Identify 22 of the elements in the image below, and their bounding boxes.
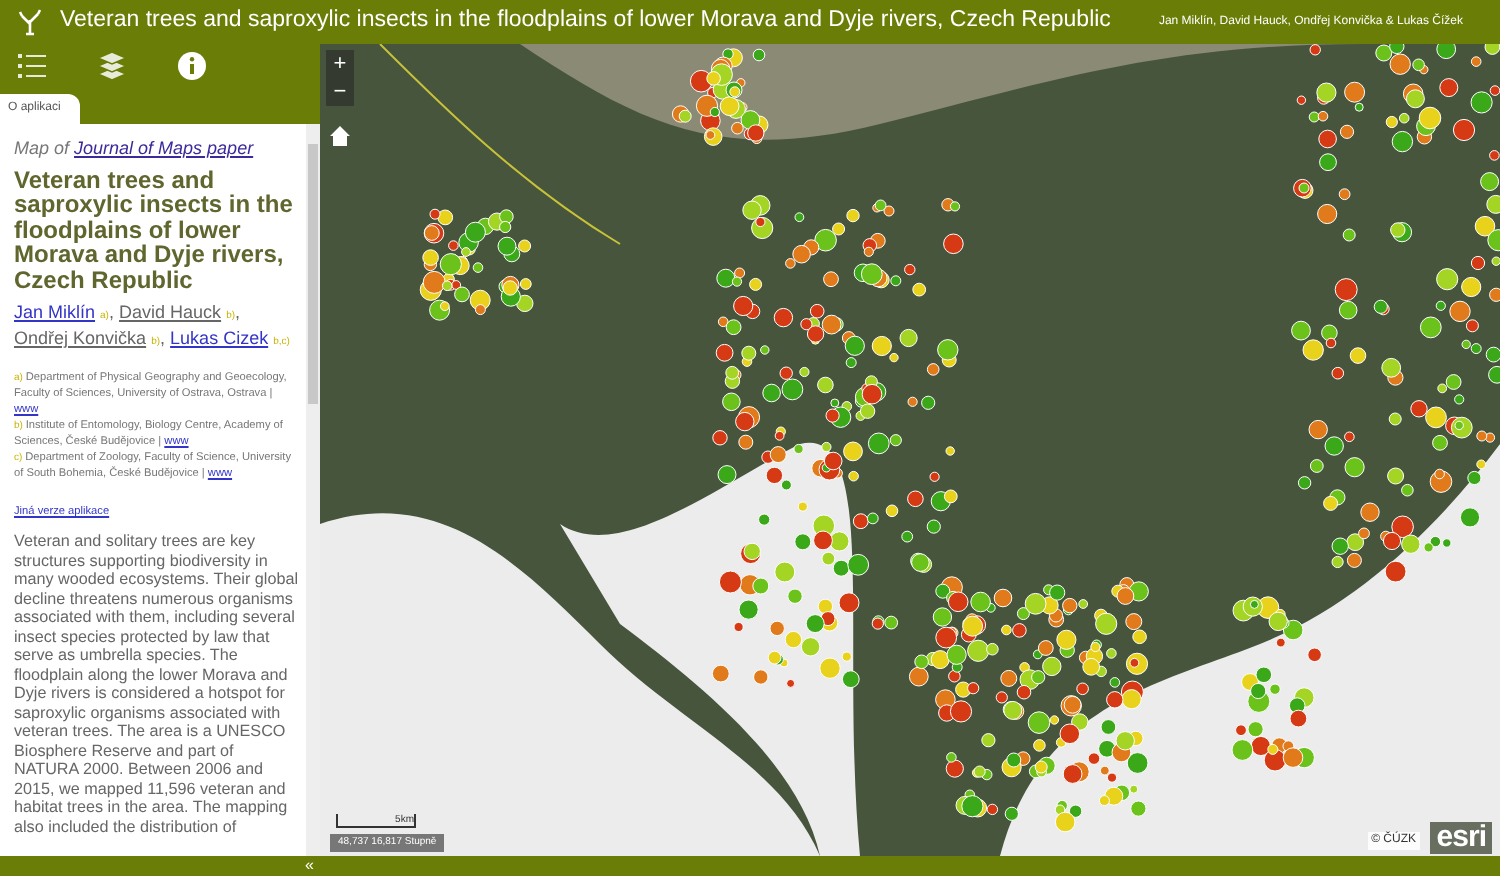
tree-logo-icon xyxy=(16,8,44,36)
paper-link[interactable]: Journal of Maps paper xyxy=(74,138,254,158)
layers-button[interactable] xyxy=(96,50,128,82)
scrollbar[interactable] xyxy=(306,124,320,856)
author-link[interactable]: David Hauck xyxy=(119,302,222,322)
collapse-button[interactable]: « xyxy=(299,856,320,876)
map-drawing[interactable] xyxy=(320,44,1500,856)
author-link[interactable]: Lukas Cizek xyxy=(170,328,269,348)
zoom-in-button[interactable]: + xyxy=(326,50,354,78)
esri-logo: esri xyxy=(1430,822,1492,854)
map-of-label: Map of xyxy=(14,138,73,158)
abstract-text: Veteran and solitary trees are key structures supporting biodiversity in many wooded ecosystems. Their global decline threatens numerous organisms associated with them, including several insect species protected by law that serve as umbrella species. The floodplain along the lower Morava and Dyje rivers is considered a hotspot for saproxylic organisms associated with veteran trees. The area is a UNESCO Biosphere Reserve and part of NATURA 2000. Between 2006 and 2015, we mapped 11,596 veteran and habitat trees in the area. The mapping also included the distribution of xyxy=(14,532,298,837)
author-link[interactable]: Ondřej Konvička xyxy=(14,328,147,348)
separator-text: , xyxy=(108,302,114,322)
author-link[interactable]: Jan Miklín xyxy=(14,302,96,322)
separator-text: , xyxy=(160,328,166,348)
zoom-out-button[interactable]: − xyxy=(326,78,354,106)
panel-title: Veteran trees and saproxylic insects in the floodplains of lower Morava and Dyje rivers, Czech Republic xyxy=(14,167,295,292)
app-title: Veteran trees and saproxylic insects in the floodplains of lower Morava and Dyje rivers, Czech Republic xyxy=(60,6,1111,37)
legend-button[interactable] xyxy=(16,50,48,82)
info-button[interactable] xyxy=(176,50,208,82)
separator-text: , xyxy=(235,302,241,322)
